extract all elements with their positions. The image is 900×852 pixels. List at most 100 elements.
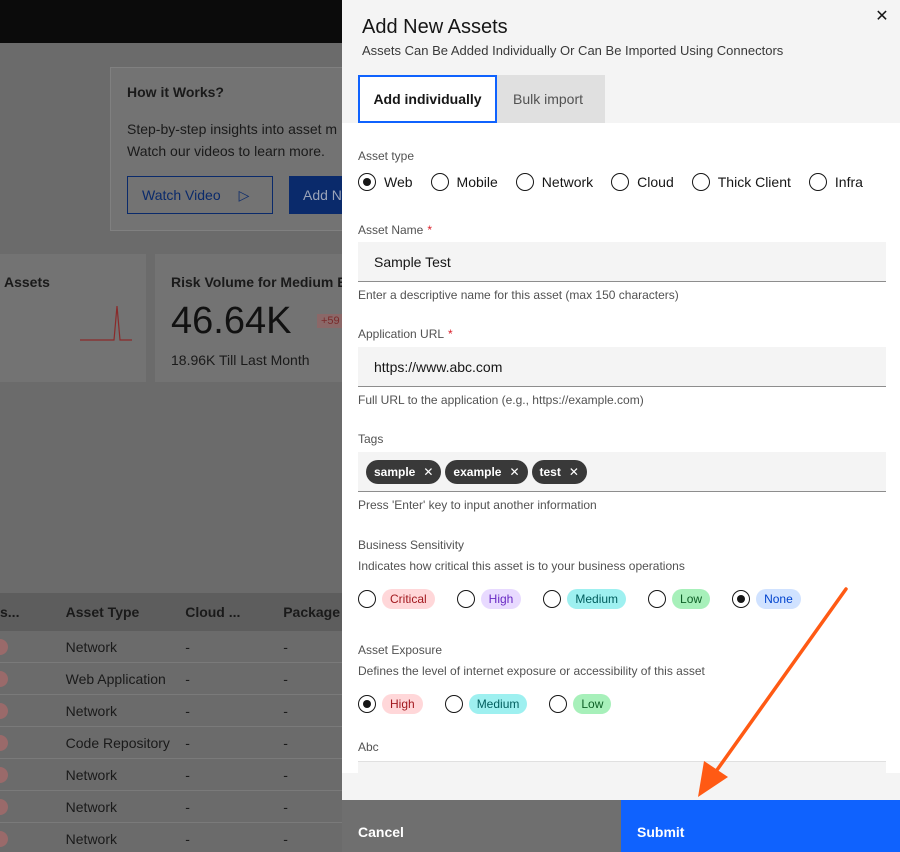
asset-type-web[interactable]: Web [358,173,413,191]
table-cell: - [185,798,190,815]
application-url-input[interactable]: https://www.abc.com [358,347,886,387]
radio-label: Web [384,174,413,190]
sensitivity-high[interactable]: High [456,589,522,609]
watch-video-button[interactable]: Watch Video ▷ [127,176,273,214]
add-assets-drawer: Add New Assets Assets Can Be Added Indiv… [342,0,900,852]
sensitivity-medium[interactable]: Medium [543,589,627,609]
application-url-label-text: Application URL [358,327,445,341]
asset-type-label: Asset type [358,149,415,163]
table-cell: - [283,702,288,719]
table-row[interactable]: Network - - [0,759,342,791]
business-sensitivity-label: Business Sensitivity [358,538,465,552]
asset-exposure-description: Defines the level of internet exposure o… [358,664,705,678]
asset-type-thick-client[interactable]: Thick Client [691,173,791,191]
table-cell: - [283,766,288,783]
tab-add-individually[interactable]: Add individually [358,75,497,123]
sensitivity-chip: Medium [567,589,627,609]
table-cell: - [185,830,190,847]
close-icon[interactable]: ✕ [569,465,579,479]
radio-button[interactable] [358,590,376,608]
asset-type-mobile[interactable]: Mobile [430,173,498,191]
cancel-button[interactable]: Cancel [342,800,621,852]
table-header: s... Asset Type Cloud ... Package [0,593,342,631]
play-icon: ▷ [238,186,250,203]
asset-type-network[interactable]: Network [515,173,593,191]
risk-volume-card: Risk Volume for Medium E 46.64K +59 18.9… [155,254,342,382]
tag-text: sample [374,464,416,479]
radio-button[interactable] [648,590,667,608]
abc-label: Abc [358,740,379,754]
radio-button[interactable] [543,590,562,608]
table-row[interactable]: Network - - [0,791,342,823]
radio-button[interactable] [549,695,568,713]
exposure-chip: Low [573,694,612,714]
tags-input[interactable]: sample ✕ example ✕ test ✕ [358,452,886,492]
radio-button[interactable] [732,590,751,608]
abc-input[interactable] [358,761,886,773]
table-cell: - [185,638,190,655]
sensitivity-low[interactable]: Low [648,589,711,609]
tag-text: test [539,464,561,479]
radio-button[interactable] [456,590,475,608]
radio-button[interactable] [358,695,376,713]
table-cell: - [283,670,288,687]
table-cell: Code Repository [65,734,170,751]
table-cell: - [185,766,190,783]
table-cell: - [283,734,288,751]
radio-button[interactable] [691,173,710,191]
header-cell[interactable]: Cloud ... [185,604,283,620]
close-icon[interactable]: ✕ [509,465,519,479]
asset-type-cloud[interactable]: Cloud [611,173,674,191]
table-cell: Network [65,766,118,783]
asset-type-radio-group: Web Mobile Network Cloud Thick Client In… [358,173,863,191]
sensitivity-chip: None [756,589,801,609]
how-it-works-card: How it Works? Step-by-step insights into… [110,67,342,231]
header-cell[interactable]: Package [283,604,342,620]
exposure-low[interactable]: Low [549,694,612,714]
sensitivity-critical[interactable]: Critical [358,589,435,609]
table-row[interactable]: Network - - [0,823,342,852]
risk-volume-title: Risk Volume for Medium E [171,274,342,290]
asset-type-infra[interactable]: Infra [808,173,863,191]
business-sensitivity-description: Indicates how critical this asset is to … [358,559,685,573]
radio-button[interactable] [808,173,827,191]
tab-bulk-import[interactable]: Bulk import [497,75,605,123]
table-row[interactable]: Web Application - - [0,663,342,695]
add-new-button[interactable]: Add N [289,176,342,214]
assets-stat-card: Assets [0,254,146,382]
table-row[interactable]: Network - - [0,695,342,727]
asset-name-input[interactable]: Sample Test [358,242,886,282]
table-cell: Network [65,638,118,655]
tag-text: example [453,464,502,479]
table-cell: Web Application [65,670,166,687]
sensitivity-none[interactable]: None [732,589,801,609]
business-sensitivity-radio-group: Critical High Medium Low None [358,589,801,609]
radio-button[interactable] [611,173,630,191]
tags-helper: Press 'Enter' key to input another infor… [358,498,597,512]
table-row[interactable]: Network - - [0,631,342,663]
assets-stat-title: Assets [4,274,50,290]
exposure-medium[interactable]: Medium [444,694,528,714]
exposure-chip: High [382,694,423,714]
submit-button[interactable]: Submit [621,800,900,852]
required-mark: * [448,327,453,341]
exposure-high[interactable]: High [358,694,423,714]
header-cell[interactable]: Asset Type [66,604,186,620]
radio-button[interactable] [515,173,534,191]
header-cell[interactable]: s... [0,604,66,620]
asset-form: Asset type Web Mobile Network Cloud Thic… [342,123,900,773]
table-row[interactable]: Code Repository - - [0,727,342,759]
application-url-label: Application URL * [358,327,453,341]
application-url-helper: Full URL to the application (e.g., https… [358,393,644,407]
close-icon[interactable]: ✕ [423,465,433,479]
how-it-works-text: Step-by-step insights into asset m Watch… [127,121,338,159]
sparkline-icon [80,305,132,341]
tab-list: Add individually Bulk import [358,75,605,123]
radio-button[interactable] [358,173,376,191]
top-bar [0,0,342,43]
table-cell: Network [65,798,118,815]
required-mark: * [427,223,433,237]
close-icon[interactable]: ✕ [872,6,892,26]
radio-button[interactable] [430,173,449,191]
radio-button[interactable] [444,695,463,713]
